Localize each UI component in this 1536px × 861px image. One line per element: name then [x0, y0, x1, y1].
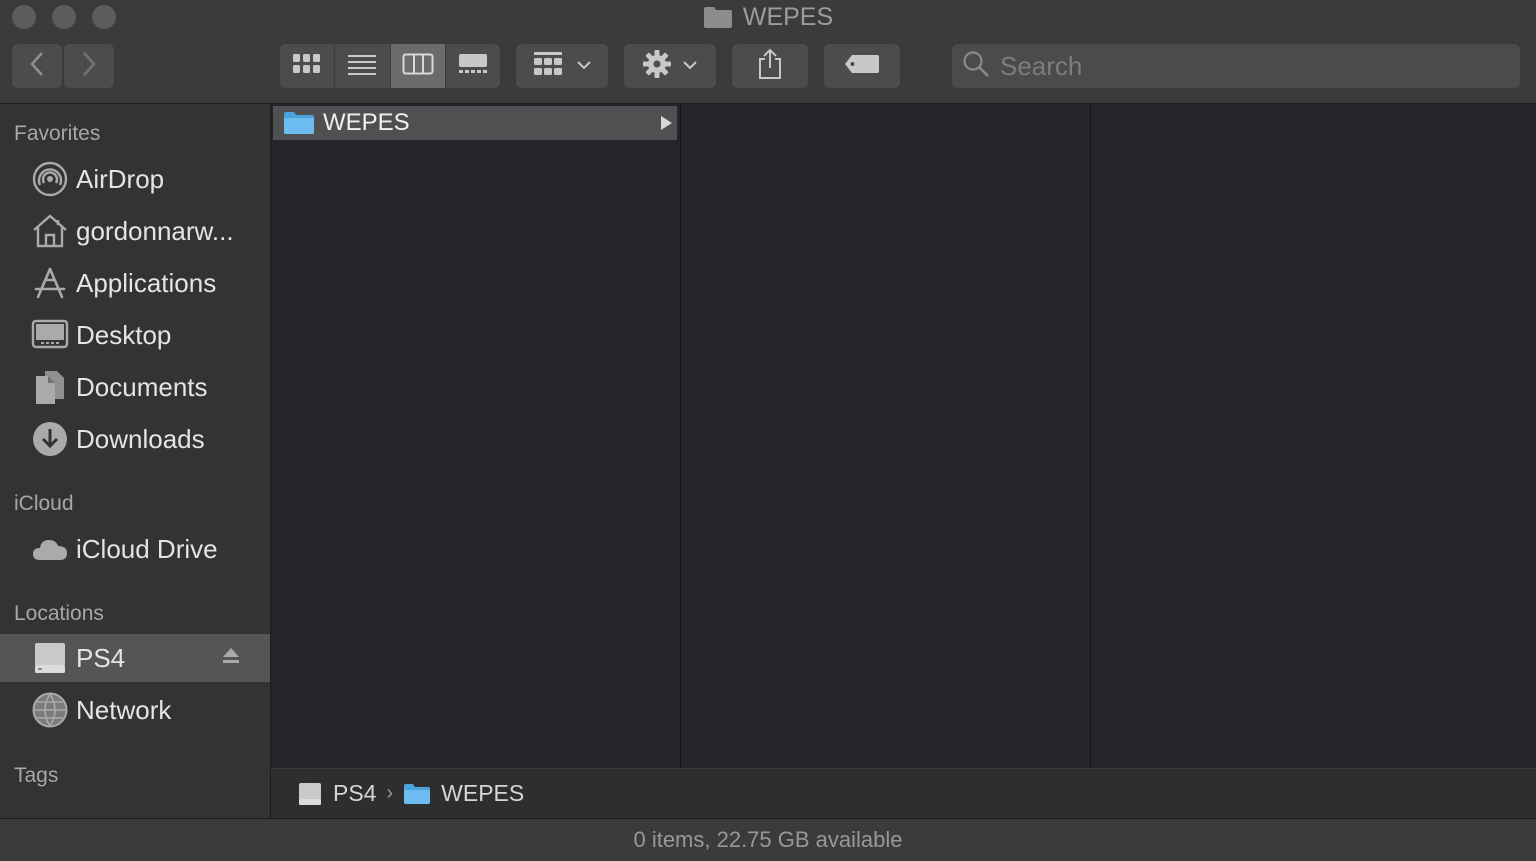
- chevron-right-icon: ›: [386, 782, 394, 804]
- desktop-icon: [30, 315, 70, 355]
- sidebar-item-network[interactable]: Network: [0, 686, 270, 734]
- browser-column-2[interactable]: [681, 104, 1091, 768]
- sidebar-heading-tags: Tags: [14, 764, 59, 787]
- gallery-icon: [458, 53, 488, 80]
- share-icon: [757, 48, 783, 85]
- chevron-right-icon: [81, 51, 97, 82]
- action-menu-button[interactable]: [624, 44, 716, 88]
- path-item-wepes[interactable]: WEPES: [441, 780, 524, 807]
- drive-icon: [30, 638, 70, 678]
- chevron-down-icon: [682, 57, 698, 75]
- downloads-icon: [30, 419, 70, 459]
- list-view-button[interactable]: [335, 44, 391, 88]
- forward-button[interactable]: [64, 44, 114, 88]
- list-item[interactable]: WEPES: [273, 106, 677, 140]
- status-text: 0 items, 22.75 GB available: [633, 827, 903, 852]
- folder-icon: [283, 111, 315, 135]
- status-bar: 0 items, 22.75 GB available: [0, 818, 1536, 861]
- tag-icon: [844, 54, 880, 79]
- disclosure-arrow-icon: [659, 115, 673, 136]
- drive-icon: [297, 781, 323, 807]
- cloud-icon: [30, 529, 70, 569]
- airdrop-icon: [30, 159, 70, 199]
- sidebar-item-ps4[interactable]: PS4: [0, 634, 270, 682]
- icon-view-button[interactable]: [280, 44, 336, 88]
- sidebar-item-downloads[interactable]: Downloads: [0, 415, 270, 463]
- window-title-text: WEPES: [742, 2, 834, 31]
- documents-icon: [30, 367, 70, 407]
- chevron-down-icon: [576, 57, 592, 75]
- sidebar-item-applications[interactable]: Applications: [0, 259, 270, 307]
- edit-tags-button[interactable]: [824, 44, 900, 88]
- network-icon: [30, 690, 70, 730]
- columns-icon: [402, 53, 434, 80]
- sidebar: Favorites AirDrop gordonnarw... Applicat…: [0, 104, 271, 818]
- home-icon: [30, 211, 70, 251]
- back-button[interactable]: [12, 44, 62, 88]
- search-icon: [962, 50, 990, 83]
- sidebar-item-desktop[interactable]: Desktop: [0, 311, 270, 359]
- grid-icon: [292, 53, 322, 80]
- toolbar: WEPES: [0, 0, 1536, 104]
- browser-column-1[interactable]: WEPES: [271, 104, 681, 768]
- search-field[interactable]: [952, 44, 1520, 88]
- column-browser: WEPES: [271, 104, 1536, 768]
- share-button[interactable]: [732, 44, 808, 88]
- search-input[interactable]: [998, 49, 1502, 83]
- list-icon: [347, 53, 377, 80]
- sidebar-item-icloud-drive[interactable]: iCloud Drive: [0, 525, 270, 573]
- folder-icon: [403, 783, 431, 805]
- sidebar-heading-locations: Locations: [14, 602, 104, 625]
- path-item-ps4[interactable]: PS4: [333, 780, 376, 807]
- path-bar: PS4 › WEPES: [271, 768, 1536, 818]
- eject-icon[interactable]: [222, 646, 240, 671]
- window-title: WEPES: [0, 2, 1536, 32]
- sidebar-item-airdrop[interactable]: AirDrop: [0, 155, 270, 203]
- folder-icon: [703, 5, 733, 29]
- browser-column-3[interactable]: [1091, 104, 1536, 768]
- gallery-view-button[interactable]: [446, 44, 500, 88]
- sidebar-heading-icloud: iCloud: [14, 492, 74, 515]
- applications-icon: [30, 263, 70, 303]
- column-view-button[interactable]: [390, 44, 446, 88]
- sidebar-heading-favorites: Favorites: [14, 122, 101, 145]
- group-by-button[interactable]: [516, 44, 608, 88]
- sidebar-item-home[interactable]: gordonnarw...: [0, 207, 270, 255]
- chevron-left-icon: [29, 51, 45, 82]
- gear-icon: [642, 49, 672, 84]
- view-mode-control: [280, 44, 500, 88]
- sidebar-item-documents[interactable]: Documents: [0, 363, 270, 411]
- group-icon: [532, 51, 564, 82]
